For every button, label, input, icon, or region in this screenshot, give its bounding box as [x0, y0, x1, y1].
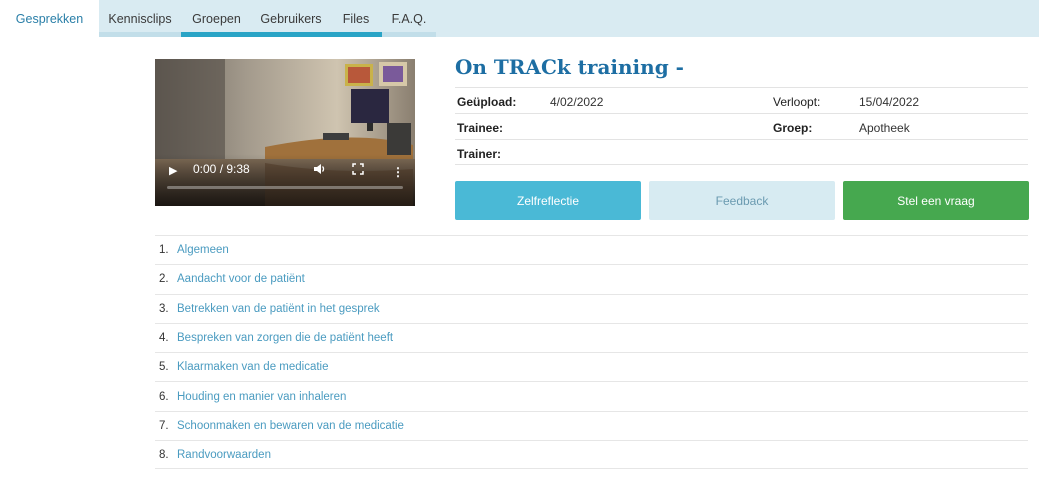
- tab-files[interactable]: Files: [330, 0, 382, 37]
- meta-row-trainee: Trainee: Groep: Apotheek: [455, 113, 1028, 139]
- more-options-icon[interactable]: ⋮: [392, 165, 404, 179]
- tab-label: F.A.Q.: [391, 11, 427, 26]
- trainer-label: Trainer:: [457, 147, 502, 161]
- topic-link[interactable]: Bespreken van zorgen die de patiënt heef…: [177, 332, 393, 344]
- group-value: Apotheek: [859, 121, 910, 135]
- list-item-number: 3.: [159, 302, 169, 315]
- topic-link[interactable]: Betrekken van de patiënt in het gesprek: [177, 303, 380, 315]
- tab-underline: [252, 32, 330, 37]
- video-controls: ▶ 0:00 / 9:38 ⋮: [155, 154, 415, 206]
- list-item: 7. Schoonmaken en bewaren van de medicati…: [155, 410, 1028, 440]
- list-item: 1. Algemeen: [155, 235, 1028, 264]
- tab-kennisclips[interactable]: Kennisclips: [99, 0, 181, 37]
- tab-label: Gebruikers: [260, 11, 322, 26]
- meta-row-dates: Geüpload: 4/02/2022 Verloopt: 15/04/2022: [455, 87, 1028, 113]
- volume-icon[interactable]: [313, 163, 326, 178]
- list-item-number: 8.: [159, 448, 169, 461]
- video-progress-bar[interactable]: [167, 186, 403, 189]
- list-item: 5. Klaarmaken van de medicatie: [155, 352, 1028, 381]
- tab-gebruikers[interactable]: Gebruikers: [252, 0, 330, 37]
- list-item: 3. Betrekken van de patiënt in het gespre…: [155, 293, 1028, 323]
- video-player[interactable]: ▶ 0:00 / 9:38 ⋮: [155, 59, 415, 206]
- list-item-number: 4.: [159, 332, 169, 345]
- session-details: Geüpload: 4/02/2022 Verloopt: 15/04/2022…: [455, 87, 1028, 165]
- tab-gesprekken[interactable]: Gesprekken: [0, 0, 99, 37]
- expires-label: Verloopt:: [773, 95, 821, 109]
- list-item-number: 1.: [159, 244, 169, 257]
- list-item-number: 7.: [159, 419, 169, 432]
- tab-groepen[interactable]: Groepen: [181, 0, 252, 37]
- group-label: Groep:: [773, 121, 813, 135]
- uploaded-label: Geüpload:: [457, 95, 517, 109]
- tab-underline: [99, 32, 181, 37]
- selfreflection-button[interactable]: Zelfreflectie: [455, 181, 641, 220]
- list-item: 6. Houding en manier van inhaleren: [155, 381, 1028, 410]
- topic-list: 1. Algemeen 2. Aandacht voor de patiënt 3. Be…: [155, 235, 1028, 470]
- tab-label: Groepen: [192, 11, 241, 26]
- tab-underline: [382, 32, 436, 37]
- tab-underline: [330, 32, 382, 37]
- tab-label: Kennisclips: [108, 11, 172, 26]
- play-icon[interactable]: ▶: [169, 164, 177, 177]
- list-item: 8. Randvoorwaarden: [155, 440, 1028, 470]
- topic-link[interactable]: Houding en manier van inhaleren: [177, 391, 346, 403]
- top-navigation: Gesprekken Kennisclips Groepen Gebruiker…: [0, 0, 1039, 37]
- fullscreen-icon[interactable]: [352, 163, 364, 178]
- tab-underline: [181, 32, 252, 37]
- list-item: 4. Bespreken van zorgen die de patiënt he…: [155, 322, 1028, 352]
- topic-link[interactable]: Algemeen: [177, 244, 229, 256]
- list-item-number: 5.: [159, 361, 169, 374]
- topic-link[interactable]: Aandacht voor de patiënt: [177, 273, 305, 285]
- list-item: 2. Aandacht voor de patiënt: [155, 264, 1028, 293]
- page-title: On TRACk training -: [455, 55, 684, 79]
- topic-link[interactable]: Randvoorwaarden: [177, 449, 271, 461]
- topic-link[interactable]: Schoonmaken en bewaren van de medicatie: [177, 420, 404, 432]
- uploaded-value: 4/02/2022: [550, 95, 604, 109]
- video-time: 0:00 / 9:38: [193, 162, 250, 176]
- feedback-button[interactable]: Feedback: [649, 181, 835, 220]
- tab-label: Files: [342, 11, 370, 26]
- tab-label: Gesprekken: [15, 11, 84, 26]
- expires-value: 15/04/2022: [859, 95, 920, 109]
- tab-faq[interactable]: F.A.Q.: [382, 0, 436, 37]
- ask-question-button[interactable]: Stel een vraag: [843, 181, 1029, 220]
- meta-row-trainer: Trainer:: [455, 139, 1028, 165]
- list-item-number: 2.: [159, 273, 169, 286]
- trainee-label: Trainee:: [457, 121, 504, 135]
- list-item-number: 6.: [159, 390, 169, 403]
- topic-link[interactable]: Klaarmaken van de medicatie: [177, 361, 329, 373]
